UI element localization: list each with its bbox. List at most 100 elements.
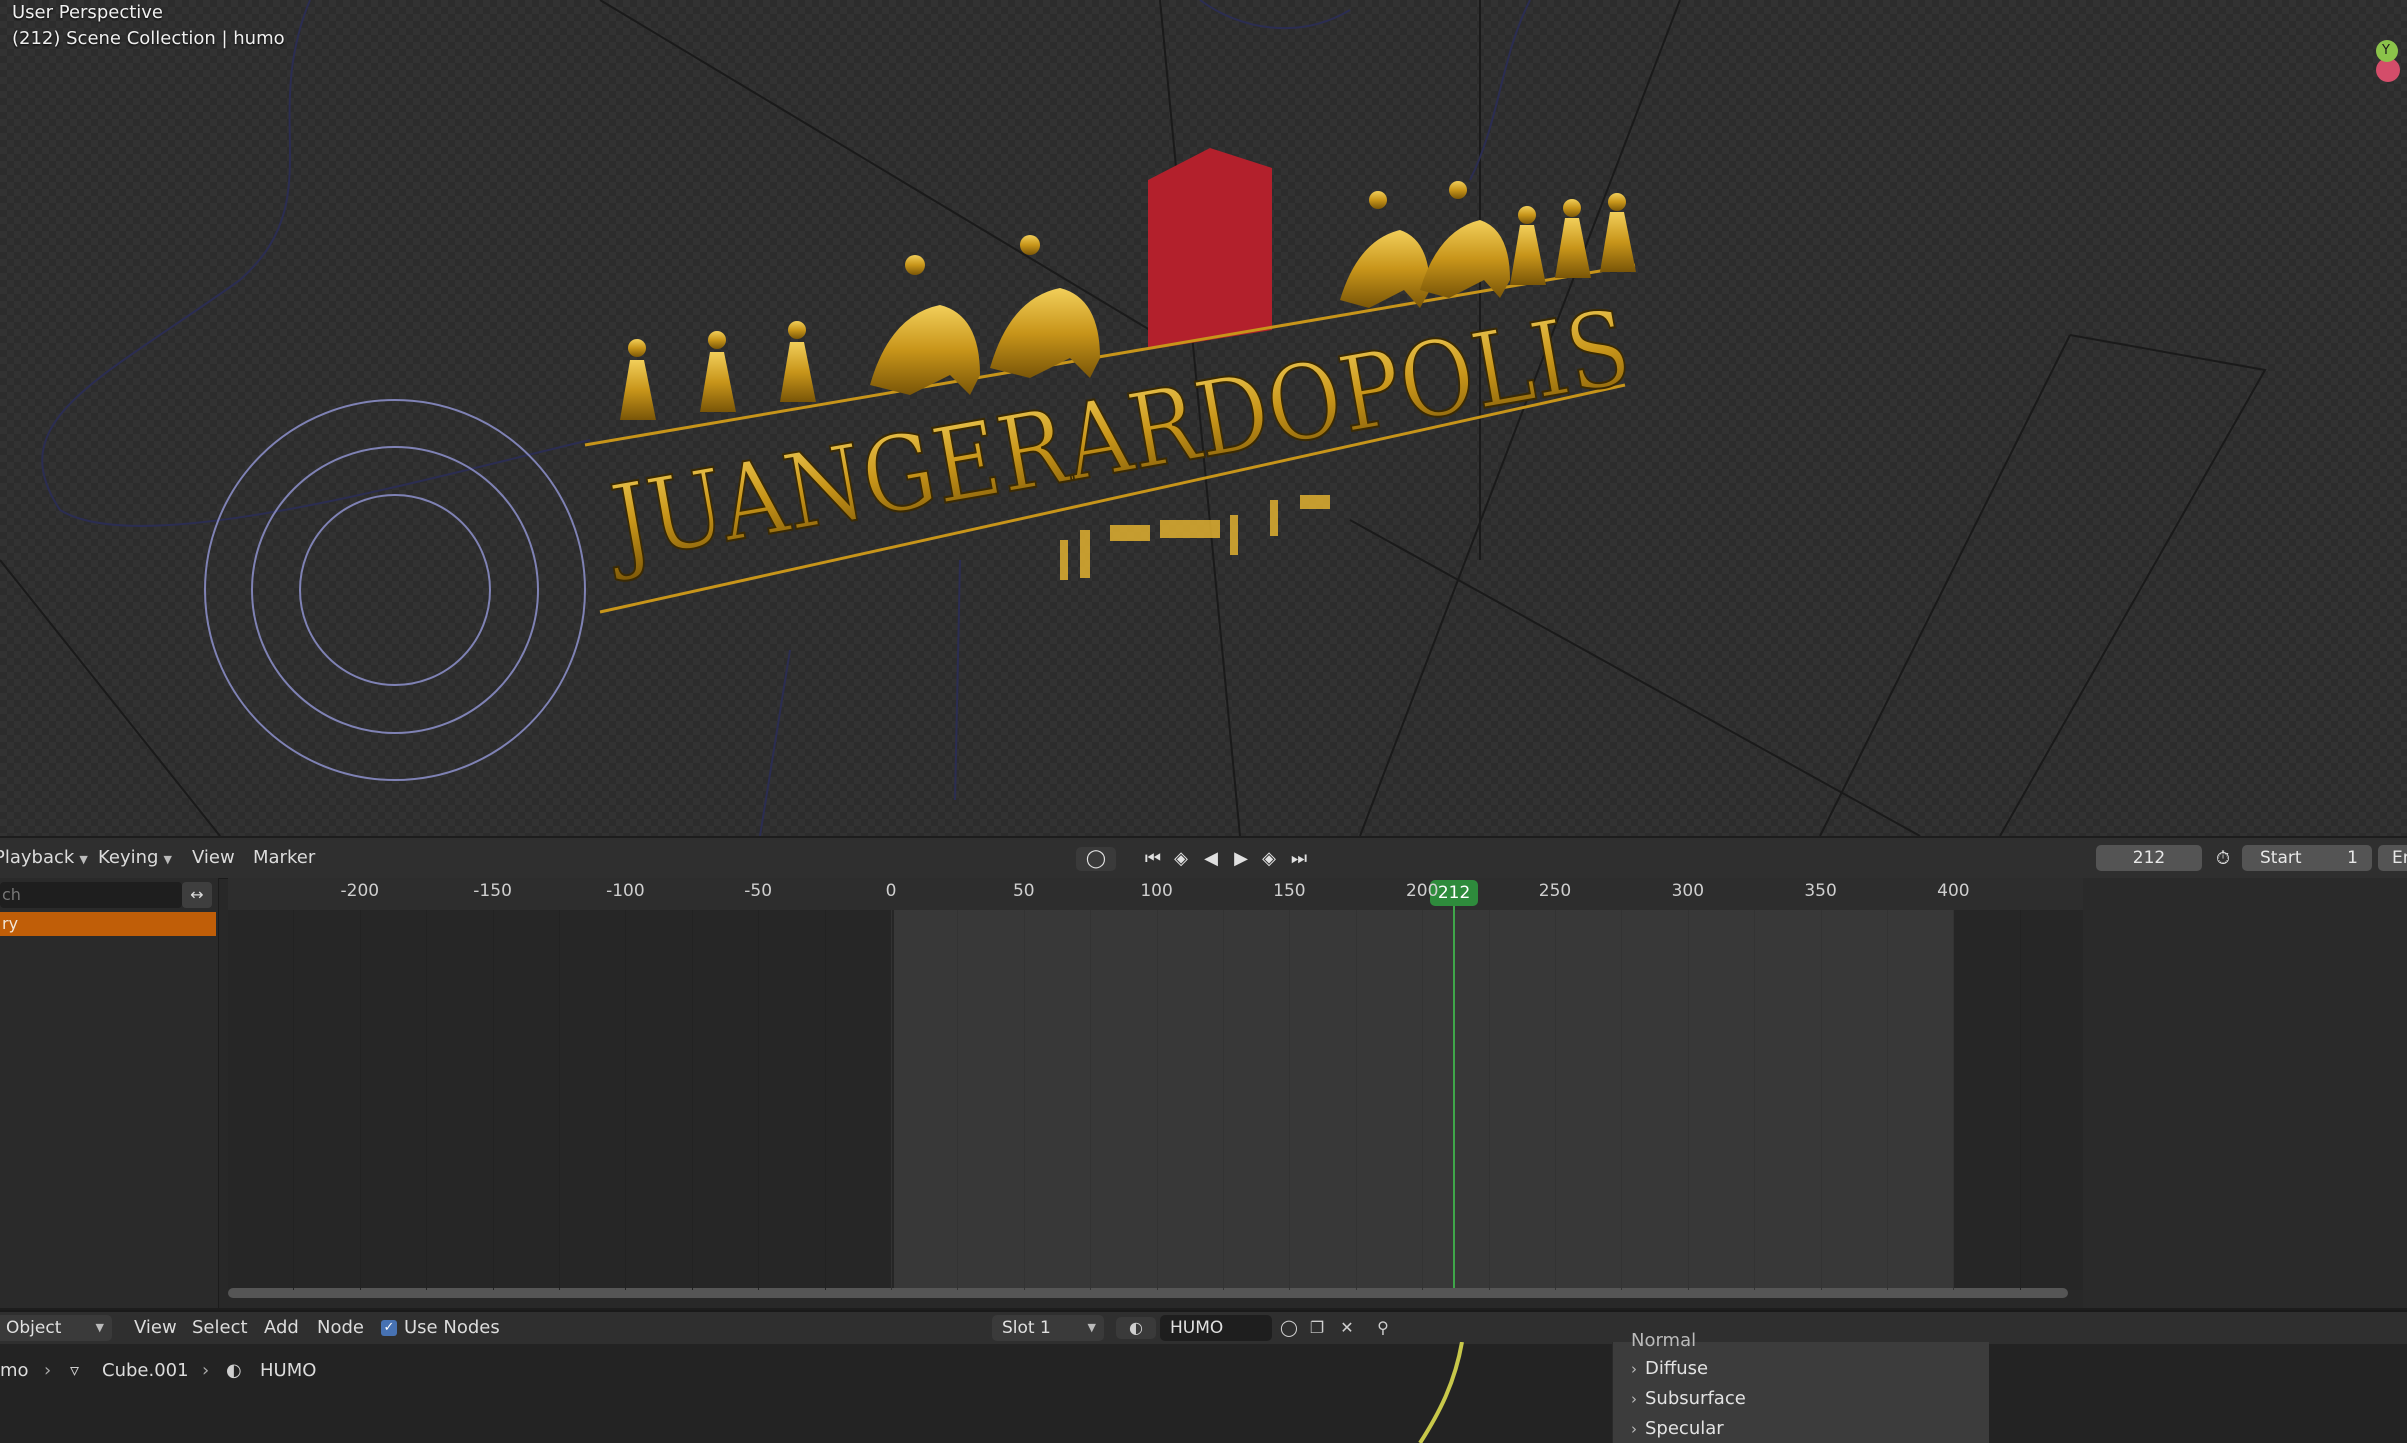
panel-diffuse[interactable]: › Diffuse	[1631, 1358, 1708, 1379]
ruler-tick-label: 150	[1273, 881, 1306, 901]
chevron-down-icon: ▼	[95, 1321, 104, 1334]
ruler-tick-label: 0	[885, 881, 897, 901]
pin-icon[interactable]: ⚲	[1372, 1317, 1394, 1339]
breadcrumb-material: HUMO	[260, 1360, 317, 1381]
chevron-right-icon: ›	[202, 1360, 210, 1381]
material-sphere-icon: ◐	[226, 1360, 242, 1381]
panel-specular[interactable]: › Specular	[1631, 1418, 1724, 1439]
object-type-dropdown[interactable]: Object ▼	[0, 1315, 112, 1341]
duplicate-material-icon[interactable]: ❐	[1306, 1317, 1328, 1339]
ruler-tick-label: 100	[1140, 881, 1173, 901]
timeline-header: Playback ▼ Keying ▼ View Marker ◯ ⏮ ◈ ◀ ▶ …	[0, 838, 2407, 879]
grid-line	[824, 910, 826, 1290]
use-nodes-checkbox[interactable]: ✓	[381, 1320, 397, 1336]
jump-end-button[interactable]: ⏭	[1286, 847, 1312, 871]
breadcrumb-mesh: Cube.001	[102, 1360, 189, 1381]
bsdf-node-panel[interactable]: Normal › Diffuse › Subsurface › Specular	[1612, 1330, 1989, 1443]
breadcrumb-object: mo	[0, 1360, 29, 1381]
grid-line	[1953, 910, 1955, 1290]
ruler-tick-label: 400	[1937, 881, 1970, 901]
node-select-menu[interactable]: Select	[192, 1314, 248, 1342]
node-view-menu[interactable]: View	[134, 1314, 177, 1342]
grid-line	[1754, 910, 1756, 1290]
channel-search-input[interactable]: ch	[0, 882, 182, 908]
swap-icon[interactable]: ↔	[182, 882, 212, 908]
node-link-curve	[1418, 1342, 1464, 1443]
ruler-tick-label: -150	[473, 881, 512, 901]
current-frame-field[interactable]: 212	[2096, 845, 2202, 871]
grid-line	[426, 910, 428, 1290]
start-label: Start	[2260, 848, 2302, 868]
3d-viewport[interactable]: JUANGERARDOPOLIS User Perspective (212) …	[0, 0, 2407, 836]
view-menu[interactable]: View	[184, 843, 243, 873]
playhead-line[interactable]	[1453, 894, 1456, 1290]
ruler-tick-label: 250	[1538, 881, 1572, 901]
end-label: En	[2392, 848, 2407, 868]
mesh-icon: ▿	[70, 1360, 80, 1381]
chevron-down-icon: ▼	[1087, 1321, 1096, 1334]
grid-line	[1488, 910, 1490, 1290]
jump-start-button[interactable]: ⏮	[1140, 847, 1166, 871]
end-frame-field[interactable]: En	[2378, 845, 2407, 871]
slot-label: Slot 1	[1002, 1318, 1051, 1338]
channel-region	[0, 878, 219, 1308]
play-button[interactable]: ▶	[1228, 847, 1254, 871]
panel-subsurface[interactable]: › Subsurface	[1631, 1388, 1746, 1409]
scene-render: JUANGERARDOPOLIS	[0, 0, 2267, 836]
grid-line	[625, 910, 627, 1290]
glow-reflection	[1060, 495, 1330, 580]
material-name-field[interactable]: HUMO	[1160, 1315, 1272, 1341]
summary-channel-row[interactable]: ry	[0, 912, 216, 936]
timeline-editor[interactable]: Playback ▼ Keying ▼ View Marker ◯ ⏮ ◈ ◀ ▶ …	[0, 838, 2407, 1308]
grid-line	[1422, 910, 1424, 1290]
grid-line	[957, 910, 959, 1290]
unlink-close-icon[interactable]: ✕	[1336, 1317, 1358, 1339]
play-reverse-icon: ◀	[1204, 848, 1218, 869]
grid-line	[1687, 910, 1689, 1290]
grid-line	[2019, 910, 2021, 1290]
chevron-right-icon: ›	[1631, 1390, 1637, 1408]
record-icon: ◯	[1085, 848, 1107, 869]
auto-keying-toggle[interactable]: ◯	[1076, 847, 1116, 871]
keying-menu[interactable]: Keying ▼	[90, 843, 180, 873]
view-name-label: User Perspective	[12, 2, 163, 23]
node-add-menu[interactable]: Add	[264, 1314, 299, 1342]
scene-frame-range	[893, 910, 1954, 1290]
shader-node-editor[interactable]: Object ▼ View Select Add Node ✓ Use Node…	[0, 1310, 2407, 1443]
grid-line	[1023, 910, 1025, 1290]
stopwatch-icon[interactable]: ⏱	[2210, 847, 2236, 871]
grid-line	[1223, 910, 1224, 1290]
red-banner	[1148, 148, 1272, 350]
node-editor-header: Object ▼ View Select Add Node ✓ Use Node…	[0, 1310, 2407, 1344]
playback-menu[interactable]: Playback ▼	[0, 843, 96, 873]
prev-keyframe-button[interactable]: ◈	[1168, 847, 1194, 871]
ruler-tick-label: -50	[744, 881, 773, 901]
slot-dropdown[interactable]: Slot 1 ▼	[992, 1315, 1104, 1341]
jump-start-icon: ⏮	[1144, 848, 1162, 869]
grid-line	[891, 910, 892, 1290]
grid-line	[559, 910, 560, 1290]
node-menu[interactable]: Node	[317, 1314, 364, 1342]
grid-line	[1820, 910, 1822, 1290]
collection-info-label: (212) Scene Collection | humo	[12, 28, 285, 49]
timeline-side-region	[2083, 878, 2407, 1308]
marker-menu[interactable]: Marker	[245, 843, 323, 873]
grid-line	[492, 910, 494, 1290]
next-keyframe-button[interactable]: ◈	[1256, 847, 1282, 871]
horizontal-scrollbar[interactable]	[228, 1288, 2068, 1298]
play-reverse-button[interactable]: ◀	[1198, 847, 1224, 871]
grid-line	[1090, 910, 1092, 1290]
gizmo-y-label: Y	[2382, 43, 2390, 58]
grid-line	[1156, 910, 1158, 1290]
panel-header-normal: Normal	[1631, 1330, 1697, 1351]
object-type-label: Object	[6, 1318, 62, 1338]
grid-line	[1355, 910, 1357, 1290]
gizmo-y-axis[interactable]: Y	[2376, 40, 2398, 62]
grid-line	[691, 910, 693, 1290]
fake-user-shield-icon[interactable]: ◯	[1278, 1317, 1300, 1339]
ruler-tick-label: -200	[340, 881, 380, 901]
material-browse-button[interactable]: ◐	[1116, 1317, 1156, 1339]
use-nodes-label: Use Nodes	[404, 1317, 500, 1338]
grid-line	[1289, 910, 1291, 1290]
start-frame-field[interactable]: Start 1	[2242, 845, 2372, 871]
